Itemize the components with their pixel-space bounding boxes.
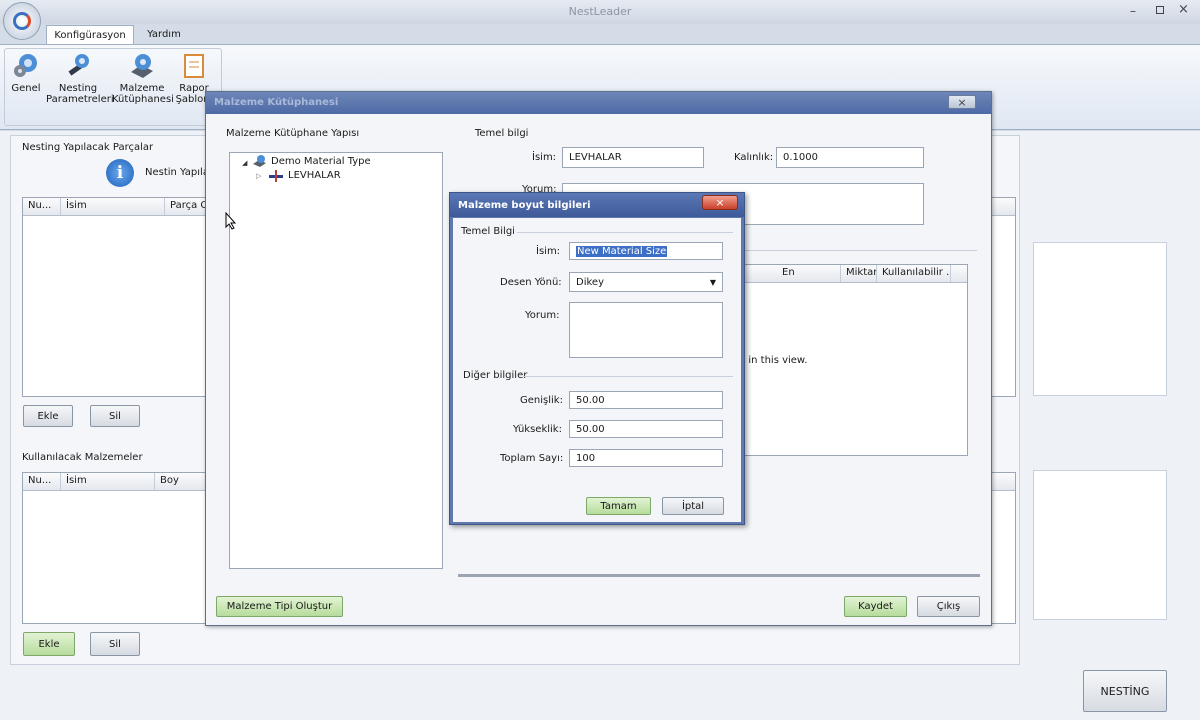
preview-box-bottom: [1033, 470, 1167, 620]
tree-child-label[interactable]: LEVHALAR: [288, 170, 341, 181]
materials-grid[interactable]: Nu... İsim Boy: [22, 472, 216, 624]
count-label: Toplam Sayı:: [500, 453, 564, 464]
gear-globe-icon: [14, 54, 37, 77]
size-dialog-title-bar: Malzeme boyut bilgileri ×: [450, 193, 744, 217]
materials-grid-header: Nu... İsim Boy: [23, 473, 215, 491]
parts-grid-header: Nu... İsim Parça O: [23, 198, 215, 216]
cancel-button[interactable]: İptal: [662, 497, 724, 515]
app-title: NestLeader: [568, 5, 632, 18]
materials-section-title: Kullanılacak Malzemeler: [22, 452, 143, 463]
preview-box-top: [1033, 242, 1167, 396]
genel-button[interactable]: Genel: [8, 52, 44, 94]
grid-empty-text: w in this view.: [737, 355, 808, 366]
material-name-input[interactable]: LEVHALAR: [562, 147, 704, 168]
tree-root-label[interactable]: Demo Material Type: [271, 156, 371, 167]
pattern-label: Desen Yönü:: [500, 277, 562, 288]
size-comment-input[interactable]: [569, 302, 723, 358]
width-label: Genişlik:: [520, 395, 563, 406]
tab-label: Yardım: [147, 29, 181, 40]
library-title: Malzeme Kütüphanesi: [214, 97, 339, 108]
tree-title: Malzeme Kütüphane Yapısı: [226, 128, 360, 139]
size-name-label: İsim:: [536, 246, 561, 257]
nesting-params-button[interactable]: Nesting Parametreleri: [46, 52, 114, 105]
chevron-down-icon: ▼: [709, 277, 716, 287]
parts-add-button[interactable]: Ekle: [23, 405, 73, 427]
logo-icon: [13, 12, 31, 30]
minimize-icon[interactable]: –: [1130, 4, 1144, 18]
size-dialog-body: Temel Bilgi İsim: New Material Size Dese…: [453, 218, 741, 522]
materials-add-button[interactable]: Ekle: [23, 632, 75, 656]
column-header[interactable]: İsim: [61, 473, 155, 490]
material-size-dialog: Malzeme boyut bilgileri × Temel Bilgi İs…: [449, 192, 745, 525]
size-name-input[interactable]: New Material Size: [569, 242, 723, 260]
tab-konfigurasyon[interactable]: Konfigürasyon: [46, 25, 134, 44]
pattern-select[interactable]: Dikey ▼: [569, 272, 723, 292]
library-close-icon[interactable]: ×: [948, 95, 976, 109]
create-material-type-button[interactable]: Malzeme Tipi Oluştur: [216, 596, 343, 617]
basic-section-title: Temel Bilgi: [461, 226, 515, 237]
grid-edge-top-header: [991, 198, 1015, 216]
thickness-label: Kalınlık:: [734, 152, 774, 163]
material-library-label: Malzeme Kütüphanesi: [112, 83, 174, 105]
genel-label: Genel: [11, 83, 41, 94]
other-section-rule: [523, 376, 733, 377]
column-header[interactable]: İsim: [61, 198, 165, 215]
info-icon: i: [106, 159, 134, 187]
count-input[interactable]: 100: [569, 449, 723, 467]
sheet-icon: [269, 170, 283, 182]
tab-label: Konfigürasyon: [54, 29, 126, 41]
mouse-cursor-icon: [225, 212, 237, 230]
size-comment-label: Yorum:: [525, 310, 560, 321]
report-icon: [184, 54, 204, 78]
info-text: Nestin Yapıla: [145, 167, 209, 178]
tools-icon: [68, 54, 89, 76]
column-header[interactable]: Nu...: [23, 198, 61, 215]
material-gear-icon: [131, 54, 153, 78]
library-title-bar: Malzeme Kütüphanesi ×: [206, 92, 991, 114]
exit-button[interactable]: Çıkış: [917, 596, 980, 617]
close-icon[interactable]: ×: [1178, 2, 1189, 17]
nesting-params-label: Nesting Parametreleri: [46, 83, 114, 105]
basic-info-title: Temel bilgi: [475, 128, 529, 139]
size-name-value: New Material Size: [576, 245, 668, 257]
material-library-button[interactable]: Malzeme Kütüphanesi: [112, 52, 174, 105]
maximize-icon[interactable]: [1156, 6, 1164, 14]
save-button[interactable]: Kaydet: [844, 596, 907, 617]
thickness-input[interactable]: 0.1000: [776, 147, 924, 168]
column-header[interactable]: Miktar: [841, 265, 877, 282]
parts-grid[interactable]: Nu... İsim Parça O: [22, 197, 216, 397]
material-type-icon: [253, 155, 266, 167]
horizontal-scrollbar[interactable]: [458, 574, 980, 577]
column-header[interactable]: Kullanılabilir ...: [877, 265, 951, 282]
grid-edge-top: [990, 197, 1016, 397]
size-dialog-close-icon[interactable]: ×: [702, 195, 738, 210]
other-section-title: Diğer bilgiler: [463, 370, 528, 381]
pattern-value: Dikey: [576, 276, 604, 288]
grid-edge-bottom: [990, 472, 1016, 624]
tab-yardim[interactable]: Yardım: [140, 25, 188, 44]
materials-delete-button[interactable]: Sil: [90, 632, 140, 656]
parts-section-title: Nesting Yapılacak Parçalar: [22, 142, 154, 153]
column-header[interactable]: Nu...: [23, 473, 61, 490]
height-input[interactable]: 50.00: [569, 420, 723, 438]
column-header[interactable]: En: [777, 265, 841, 282]
tree-collapse-icon[interactable]: ▷: [256, 172, 261, 180]
material-tree[interactable]: ◢ Demo Material Type ▷ LEVHALAR: [229, 152, 443, 569]
nesting-button[interactable]: NESTİNG: [1083, 670, 1167, 712]
height-label: Yükseklik:: [513, 424, 562, 435]
ok-button[interactable]: Tamam: [586, 497, 651, 515]
grid-edge-bottom-header: [991, 473, 1015, 491]
app-orb-button[interactable]: [3, 2, 41, 40]
width-input[interactable]: 50.00: [569, 391, 723, 409]
parts-delete-button[interactable]: Sil: [90, 405, 140, 427]
title-bar: NestLeader – ×: [0, 0, 1200, 24]
tree-expand-icon[interactable]: ◢: [242, 159, 247, 167]
size-dialog-title: Malzeme boyut bilgileri: [458, 200, 591, 211]
basic-section-rule: [517, 232, 733, 233]
name-label: İsim:: [532, 152, 557, 163]
